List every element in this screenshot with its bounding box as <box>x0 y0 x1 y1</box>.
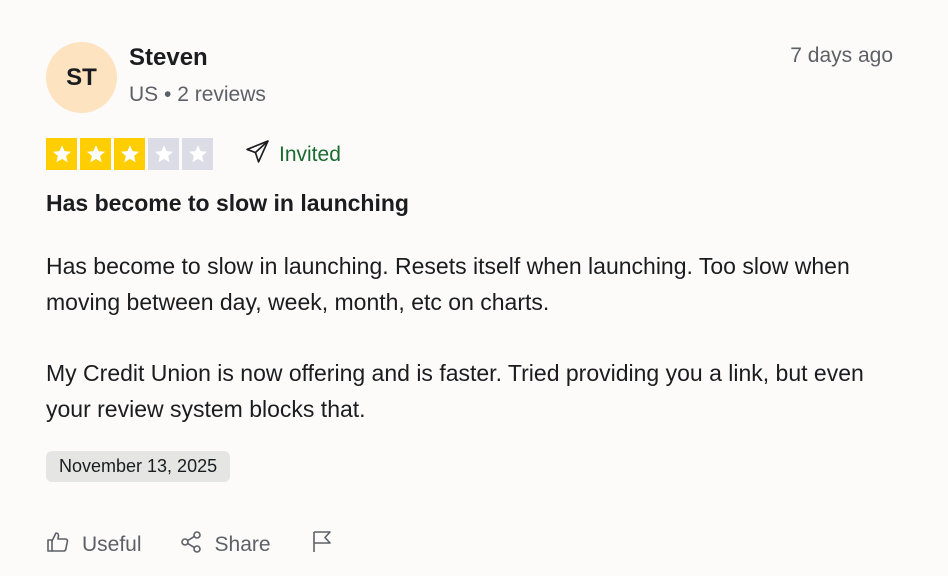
share-label: Share <box>214 533 271 556</box>
paper-plane-icon <box>245 139 270 170</box>
useful-label: Useful <box>82 533 142 556</box>
avatar[interactable]: ST <box>46 42 117 113</box>
review-paragraph: Has become to slow in launching. Resets … <box>46 253 850 315</box>
flag-icon <box>310 530 334 560</box>
reviewer-meta: US • 2 reviews <box>129 83 266 106</box>
review-body: Has become to slow in launching. Resets … <box>46 248 896 427</box>
useful-button[interactable]: Useful <box>46 530 142 560</box>
star-icon <box>182 138 213 170</box>
invited-badge[interactable]: Invited <box>245 139 341 170</box>
report-button[interactable] <box>310 530 334 560</box>
star-icon <box>46 138 77 170</box>
experience-date-badge: November 13, 2025 <box>46 451 231 482</box>
star-icon <box>148 138 179 170</box>
invited-label: Invited <box>279 142 341 166</box>
share-icon <box>179 530 203 560</box>
review-actions: Useful Share <box>46 530 334 560</box>
review-paragraph: My Credit Union is now offering and is f… <box>46 360 864 422</box>
star-icon <box>80 138 111 170</box>
review-title: Has become to slow in launching <box>46 190 409 216</box>
review-date-ago: 7 days ago <box>790 44 893 67</box>
star-icon <box>114 138 145 170</box>
thumbs-up-icon <box>46 530 70 560</box>
share-button[interactable]: Share <box>179 530 271 560</box>
star-rating <box>46 138 213 170</box>
reviewer-name[interactable]: Steven <box>129 44 208 72</box>
